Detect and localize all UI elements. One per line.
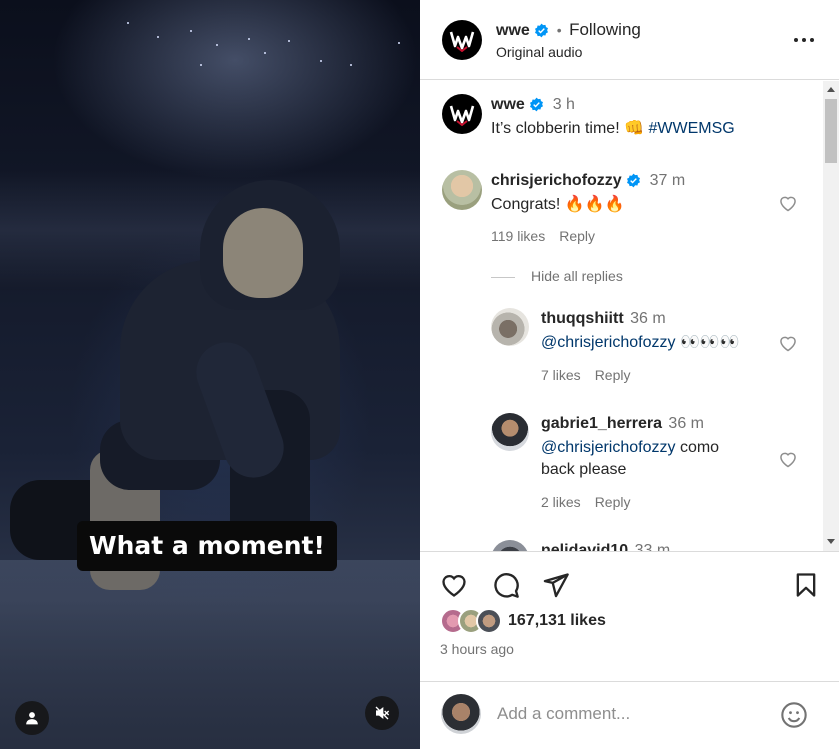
reply-button[interactable]: Reply <box>559 228 595 244</box>
heart-icon[interactable] <box>440 571 468 599</box>
reply-username[interactable]: gabrie1_herrera <box>541 415 662 432</box>
light-dot <box>350 64 352 66</box>
liker-avatar <box>476 608 502 634</box>
comment-like-heart-icon[interactable] <box>778 193 798 213</box>
post-author: wwe 3 h <box>491 96 575 117</box>
post-username[interactable]: wwe <box>491 96 525 113</box>
wwe-logo <box>449 105 475 126</box>
emoji-icon[interactable] <box>780 701 808 729</box>
reply-username[interactable]: nelidavid10 <box>541 542 628 551</box>
reply-likes[interactable]: 7 likes <box>541 367 581 383</box>
reply-body: 👀👀👀 <box>675 334 740 351</box>
comment-meta: 119 likes Reply <box>491 228 609 244</box>
reply-text: @chrisjerichofozzy 👀👀👀 <box>541 332 740 354</box>
reply-author: nelidavid10 33 m <box>541 542 670 551</box>
light-dot <box>264 52 266 54</box>
user-icon <box>26 712 38 725</box>
comment-username[interactable]: chrisjerichofozzy <box>491 172 622 189</box>
comment-text: Congrats! 🔥🔥🔥 <box>491 196 625 213</box>
comment-input[interactable]: Add a comment... <box>497 704 630 724</box>
scroll-up-arrow-icon[interactable] <box>827 87 835 92</box>
reply-meta: 7 likes Reply <box>541 367 644 383</box>
light-dot <box>127 22 129 24</box>
reply-time: 36 m <box>630 310 666 327</box>
wwe-avatar[interactable] <box>442 20 482 60</box>
scrollbar-thumb[interactable] <box>825 99 837 163</box>
mention-link[interactable]: @chrisjerichofozzy <box>541 439 676 456</box>
light-dot <box>216 44 218 46</box>
light-dot <box>157 36 159 38</box>
commenter-avatar[interactable] <box>442 170 482 210</box>
more-options-button[interactable] <box>792 30 816 55</box>
post-actions: 167,131 likes 3 hours ago <box>420 551 839 681</box>
following-button[interactable]: Following <box>569 20 641 39</box>
reply-like-heart-icon[interactable] <box>778 449 798 469</box>
verified-badge-icon <box>529 97 544 117</box>
light-dot <box>248 38 250 40</box>
post-timestamp: 3 hours ago <box>440 641 514 657</box>
hashtag-link[interactable]: #WWEMSG <box>648 120 734 137</box>
reply-button[interactable]: Reply <box>595 367 631 383</box>
tagged-users-button[interactable] <box>15 701 49 735</box>
post-text: It’s clobberin time! 👊 <box>491 120 649 137</box>
likes-count[interactable]: 167,131 likes <box>508 612 606 630</box>
video-caption: What a moment! <box>77 521 337 571</box>
hide-replies-label: Hide all replies <box>531 268 623 284</box>
reply-author: thuqqshiitt 36 m <box>541 310 666 328</box>
current-user-avatar[interactable] <box>441 694 481 734</box>
reply-text: @chrisjerichofozzy como back please <box>541 437 741 481</box>
header-username[interactable]: wwe <box>496 22 530 39</box>
bookmark-icon[interactable] <box>792 571 820 599</box>
wwe-avatar[interactable] <box>442 94 482 134</box>
reply-time: 36 m <box>668 415 704 432</box>
post-panel: wwe • Following Original audio wwe 3 h I… <box>420 0 839 749</box>
mute-button[interactable] <box>365 696 399 730</box>
light-dot <box>398 42 400 44</box>
post-time: 3 h <box>552 96 575 113</box>
reply-avatar[interactable] <box>491 308 529 346</box>
light-dot <box>200 64 202 66</box>
replies-divider <box>491 276 515 278</box>
post-header: wwe • Following Original audio <box>420 0 839 80</box>
scroll-down-arrow-icon[interactable] <box>827 539 835 544</box>
light-dot <box>190 30 192 32</box>
send-icon[interactable] <box>542 571 570 599</box>
comments-scrollbar[interactable] <box>823 81 839 551</box>
comment-icon[interactable] <box>492 571 520 599</box>
verified-badge-icon <box>534 23 549 43</box>
reply-avatar[interactable] <box>491 413 529 451</box>
wwe-logo <box>449 31 475 52</box>
comment-likes[interactable]: 119 likes <box>491 228 545 244</box>
reply-likes[interactable]: 2 likes <box>541 494 581 510</box>
mention-link[interactable]: @chrisjerichofozzy <box>541 334 676 351</box>
light-dot <box>288 40 290 42</box>
add-comment-bar: Add a comment... <box>420 681 839 749</box>
reply-button[interactable]: Reply <box>595 494 631 510</box>
reply-like-heart-icon[interactable] <box>778 333 798 353</box>
reel-video[interactable]: What a moment! <box>0 0 420 749</box>
comments-list[interactable]: wwe 3 h It’s clobberin time! 👊 #WWEMSG c… <box>420 81 823 551</box>
post-caption: It’s clobberin time! 👊 #WWEMSG <box>491 118 735 140</box>
light-dot <box>320 60 322 62</box>
comment-author: chrisjerichofozzy 37 m <box>491 172 685 193</box>
header-separator: • <box>556 22 562 38</box>
reply-meta: 2 likes Reply <box>541 494 644 510</box>
comment-time: 37 m <box>649 172 686 189</box>
reply-time: 33 m <box>634 542 671 551</box>
reply-author: gabrie1_herrera 36 m <box>541 415 704 433</box>
reply-username[interactable]: thuqqshiitt <box>541 310 624 327</box>
muted-speaker-icon <box>375 706 390 720</box>
verified-badge-icon <box>626 173 641 193</box>
original-audio-link[interactable]: Original audio <box>496 44 582 60</box>
reply-avatar[interactable] <box>491 540 529 551</box>
more-horizontal-icon <box>794 38 814 42</box>
hide-replies-button[interactable]: Hide all replies <box>491 268 623 284</box>
